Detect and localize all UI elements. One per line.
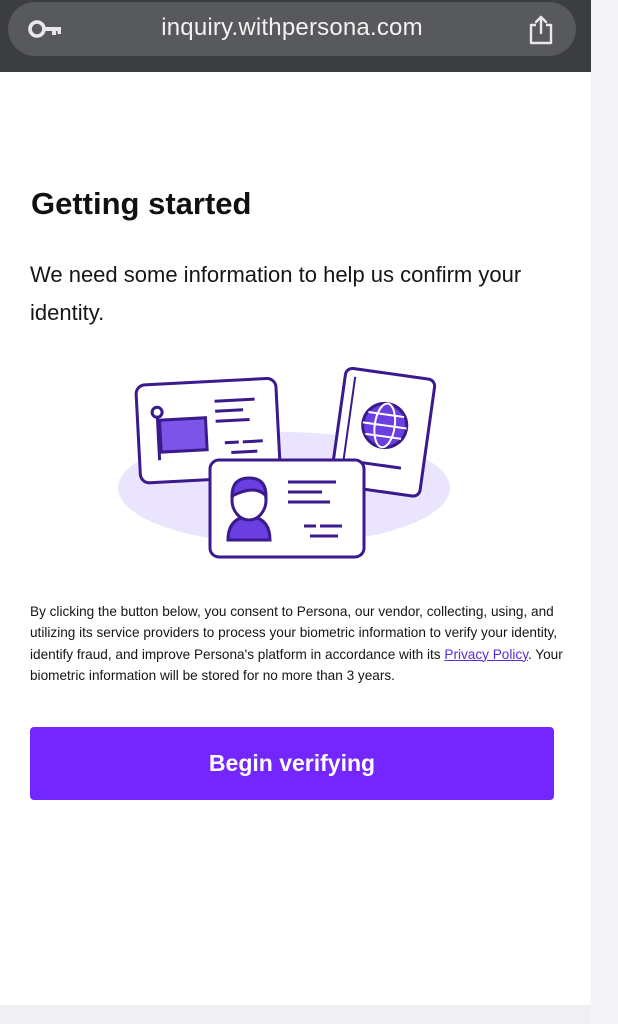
screen-edge-right	[591, 0, 618, 1024]
screen-edge-bottom	[0, 1005, 591, 1024]
page-subtitle: We need some information to help us conf…	[30, 262, 522, 325]
url-text: inquiry.withpersona.com	[161, 14, 423, 41]
id-documents-illustration	[116, 360, 456, 570]
page-title: Getting started	[31, 186, 252, 221]
url-field[interactable]: inquiry.withpersona.com	[8, 2, 576, 56]
share-icon[interactable]	[526, 14, 556, 51]
privacy-policy-link[interactable]: Privacy Policy	[444, 647, 528, 662]
browser-address-bar: inquiry.withpersona.com	[0, 0, 591, 72]
phone-screen: inquiry.withpersona.com Getting started …	[0, 0, 591, 1005]
begin-verifying-button[interactable]: Begin verifying	[30, 727, 554, 800]
consent-text: By clicking the button below, you consen…	[30, 601, 570, 686]
